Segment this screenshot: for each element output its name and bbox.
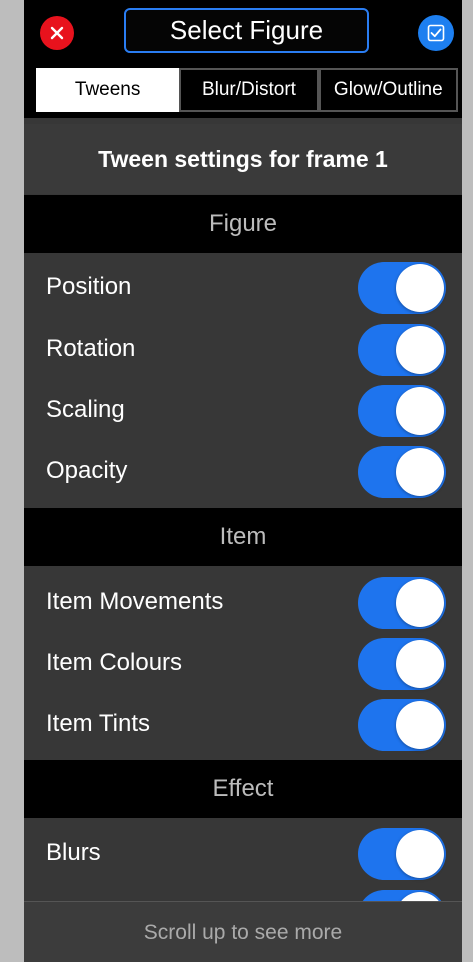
setting-row-item-tints: Item Tints bbox=[24, 695, 462, 755]
toggle-knob bbox=[396, 264, 444, 312]
toggle-knob bbox=[396, 579, 444, 627]
tab-blur-distort[interactable]: Blur/Distort bbox=[179, 68, 319, 112]
section-header-effect: Effect bbox=[24, 760, 462, 818]
top-bar: Select Figure bbox=[24, 0, 462, 62]
setting-row-item-movements: Item Movements bbox=[24, 573, 462, 633]
setting-row-opacity: Opacity bbox=[24, 442, 462, 502]
close-icon bbox=[50, 26, 64, 40]
select-figure-button[interactable]: Select Figure bbox=[124, 8, 369, 53]
toggle-knob bbox=[396, 387, 444, 435]
toggle-knob bbox=[396, 448, 444, 496]
checkbox-icon bbox=[427, 24, 445, 42]
setting-label: Opacity bbox=[46, 457, 128, 484]
setting-label: Item Colours bbox=[46, 649, 183, 676]
toggle-knob bbox=[396, 830, 444, 878]
confirm-button[interactable] bbox=[418, 15, 454, 51]
item-tints-toggle[interactable] bbox=[358, 699, 446, 751]
scroll-hint: Scroll up to see more bbox=[24, 901, 462, 962]
setting-label: Item Movements bbox=[46, 588, 224, 615]
tab-tweens[interactable]: Tweens bbox=[36, 68, 180, 112]
setting-label: Item Tints bbox=[46, 710, 151, 737]
section-header-figure: Figure bbox=[24, 195, 462, 253]
opacity-toggle[interactable] bbox=[358, 446, 446, 498]
tween-settings-panel: Select Figure Tweens Blur/Distort Glow/O… bbox=[24, 0, 462, 962]
setting-row-scaling: Scaling bbox=[24, 381, 462, 441]
setting-row-item-colours: Item Colours bbox=[24, 634, 462, 694]
position-toggle[interactable] bbox=[358, 262, 446, 314]
tab-glow-outline[interactable]: Glow/Outline bbox=[318, 68, 458, 112]
page-title: Tween settings for frame 1 bbox=[24, 124, 462, 194]
section-header-item: Item bbox=[24, 508, 462, 566]
setting-row-blurs: Blurs bbox=[24, 824, 462, 884]
toggle-knob bbox=[396, 701, 444, 749]
scaling-toggle[interactable] bbox=[358, 385, 446, 437]
setting-label: Blurs bbox=[46, 839, 101, 866]
setting-row-position: Position bbox=[24, 258, 462, 318]
blurs-toggle[interactable] bbox=[358, 828, 446, 880]
setting-label: Position bbox=[46, 273, 132, 300]
tab-bar: Tweens Blur/Distort Glow/Outline bbox=[24, 62, 462, 118]
close-button[interactable] bbox=[40, 16, 74, 50]
toggle-knob bbox=[396, 326, 444, 374]
rotation-toggle[interactable] bbox=[358, 324, 446, 376]
toggle-knob bbox=[396, 640, 444, 688]
item-movements-toggle[interactable] bbox=[358, 577, 446, 629]
setting-label: Scaling bbox=[46, 396, 125, 423]
setting-label: Rotation bbox=[46, 335, 136, 362]
setting-row-rotation: Rotation bbox=[24, 320, 462, 380]
item-colours-toggle[interactable] bbox=[358, 638, 446, 690]
